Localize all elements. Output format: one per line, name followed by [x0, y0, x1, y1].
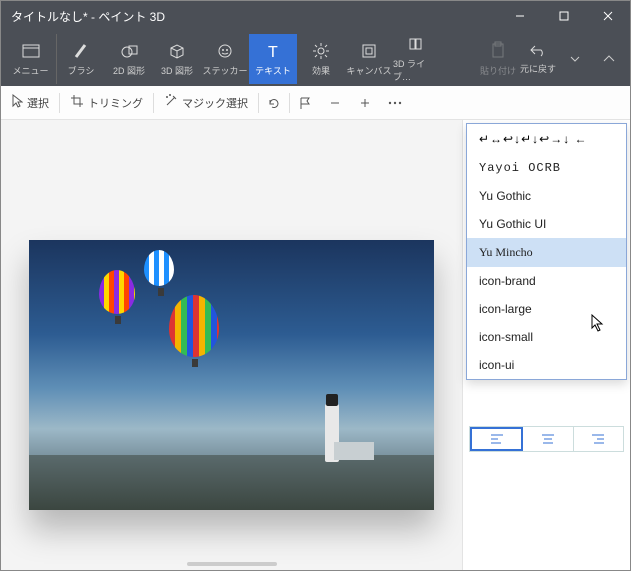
text-side-panel: ↵↔↩↓↵↓↩→↓ ← Yayoi OCRB Yu Gothic Yu Goth… [462, 120, 630, 570]
sticker-tool[interactable]: ステッカー [201, 34, 249, 84]
shapes3d-label: 3D 図形 [161, 64, 193, 77]
shapes2d-tool[interactable]: 2D 図形 [105, 34, 153, 84]
magic-select-tool[interactable]: マジック選択 [154, 86, 258, 120]
sticker-label: ステッカー [202, 64, 247, 77]
cursor-icon [11, 94, 23, 111]
effects-label: 効果 [312, 64, 330, 77]
menu-icon [22, 41, 40, 61]
svg-text:T: T [268, 44, 278, 59]
effects-tool[interactable]: 効果 [297, 34, 345, 84]
text-align-group [469, 426, 624, 452]
text-tool[interactable]: T テキスト [249, 34, 297, 84]
align-center-button[interactable] [523, 427, 573, 451]
lib3d-icon [408, 34, 426, 54]
paste-icon [490, 41, 506, 61]
lib3d-tool[interactable]: 3D ライブ… [393, 34, 441, 84]
close-button[interactable] [586, 1, 630, 31]
maximize-button[interactable] [542, 1, 586, 31]
rotate-button[interactable] [259, 96, 289, 110]
crop-label: トリミング [88, 95, 143, 111]
window-title: タイトルなし* - ペイント 3D [11, 8, 165, 25]
sticker-icon [217, 41, 233, 61]
shapes2d-label: 2D 図形 [113, 64, 145, 77]
balloon-icon [99, 270, 135, 314]
menu-button[interactable]: メニュー [5, 34, 57, 84]
canvas-tool[interactable]: キャンバス [345, 34, 393, 84]
ribbon: メニュー ブラシ 2D 図形 3D 図形 ステッカー T テキスト 効果 キャン [1, 31, 630, 86]
select-label: 選択 [27, 95, 49, 111]
align-right-button[interactable] [574, 427, 623, 451]
font-option-selected[interactable]: Yu Mincho [467, 238, 626, 267]
undo-icon [529, 43, 547, 59]
magic-label: マジック選択 [182, 95, 248, 111]
crop-icon [70, 94, 84, 111]
canvas-icon [361, 41, 377, 61]
font-option-symbols[interactable]: ↵↔↩↓↵↓↩→↓ ← [467, 124, 626, 154]
horizontal-scrollbar[interactable] [187, 562, 277, 566]
undo-button[interactable]: 元に戻す [518, 43, 558, 75]
brush-label: ブラシ [68, 64, 95, 77]
font-option[interactable]: icon-ui [467, 351, 626, 379]
minimize-button[interactable] [498, 1, 542, 31]
font-dropdown[interactable]: ↵↔↩↓↵↓↩→↓ ← Yayoi OCRB Yu Gothic Yu Goth… [466, 123, 627, 380]
balloon-icon [144, 250, 174, 286]
canvas-image [29, 240, 434, 510]
text-label: テキスト [255, 64, 291, 77]
canvas-area[interactable] [1, 120, 462, 570]
body: ↵↔↩↓↵↓↩→↓ ← Yayoi OCRB Yu Gothic Yu Goth… [1, 120, 630, 570]
paste-button[interactable]: 貼り付け [478, 41, 518, 77]
magic-icon [164, 94, 178, 111]
font-option[interactable]: icon-small [467, 323, 626, 351]
crop-tool[interactable]: トリミング [60, 86, 153, 120]
selection-toolbar: 選択 トリミング マジック選択 [1, 86, 630, 120]
more-button[interactable] [380, 101, 410, 105]
canvas-label: キャンバス [346, 64, 391, 77]
brush-tool[interactable]: ブラシ [57, 34, 105, 84]
font-option[interactable]: Yayoi OCRB [467, 154, 626, 182]
shapes3d-tool[interactable]: 3D 図形 [153, 34, 201, 84]
shapes2d-icon [120, 41, 138, 61]
house-icon [334, 442, 374, 460]
font-option[interactable]: icon-brand [467, 267, 626, 295]
font-option[interactable]: Yu Gothic UI [467, 210, 626, 238]
font-option[interactable]: Yu Gothic [467, 182, 626, 210]
zoom-in-button[interactable] [350, 97, 380, 109]
titlebar: タイトルなし* - ペイント 3D [1, 1, 630, 31]
align-left-button[interactable] [470, 427, 523, 451]
shapes3d-icon [168, 41, 186, 61]
paste-label: 貼り付け [480, 64, 516, 77]
menu-label: メニュー [12, 64, 48, 77]
select-tool[interactable]: 選択 [1, 86, 59, 120]
brush-icon [73, 41, 89, 61]
app-window: タイトルなし* - ペイント 3D メニュー ブラシ 2D 図形 3D 図形 ス… [0, 0, 631, 571]
undo-label: 元に戻す [520, 62, 556, 75]
effects-icon [312, 41, 330, 61]
zoom-out-button[interactable] [320, 97, 350, 109]
flag-button[interactable] [290, 96, 320, 110]
balloon-icon [169, 295, 219, 357]
font-option[interactable]: icon-large [467, 295, 626, 323]
history-dropdown[interactable] [558, 31, 592, 86]
lib3d-label: 3D ライブ… [393, 57, 441, 83]
collapse-ribbon[interactable] [592, 31, 626, 86]
text-icon: T [265, 41, 281, 61]
